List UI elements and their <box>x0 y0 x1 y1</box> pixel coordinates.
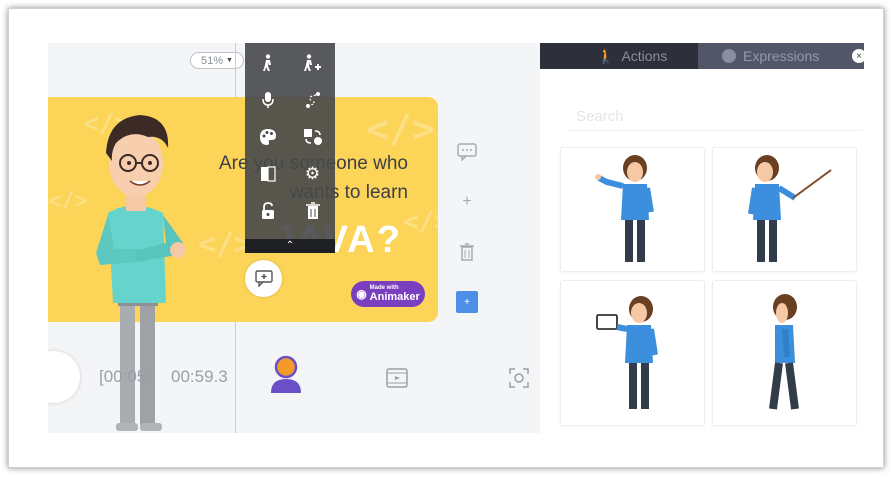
play-button[interactable] <box>48 351 80 403</box>
add-walk-action-icon[interactable] <box>290 51 335 75</box>
current-time: [00:05] <box>99 367 151 386</box>
timeline-bar: [00:05] 00:59.3 <box>48 345 540 405</box>
chevron-up-icon: ⌃ <box>285 240 295 251</box>
walking-figure-icon: 🚶 <box>597 47 615 64</box>
add-icon[interactable]: + <box>456 191 478 213</box>
animaker-logo-icon: ◉ <box>356 287 367 301</box>
tab-actions-label: Actions <box>621 48 668 64</box>
pose-card-holding-tablet[interactable] <box>560 280 705 426</box>
search-input[interactable] <box>568 97 862 131</box>
character-avatar-icon[interactable] <box>268 355 304 395</box>
video-clip-icon[interactable] <box>382 363 412 393</box>
close-icon[interactable]: × <box>852 49 866 63</box>
badge-brand: Animaker <box>369 291 420 303</box>
code-watermark-icon: </> <box>366 107 435 151</box>
pose-grid <box>560 147 862 426</box>
path-icon[interactable] <box>290 88 335 112</box>
palette-icon[interactable] <box>245 125 290 149</box>
character-popup-toolbar: ⚙ ⌃ <box>245 43 335 253</box>
tab-expressions[interactable]: Expressions × <box>698 43 866 69</box>
flip-icon[interactable] <box>245 162 290 186</box>
pose-card-pointing[interactable] <box>560 147 705 272</box>
pointer-stick-pose-illustration <box>747 155 832 262</box>
smiley-icon <box>722 49 736 63</box>
walk-action-icon[interactable] <box>245 51 290 75</box>
trash-icon[interactable] <box>290 199 335 223</box>
collapse-toolbar-button[interactable]: ⌃ <box>245 239 335 253</box>
add-scene-button[interactable]: + <box>456 291 478 313</box>
unlock-icon[interactable] <box>245 199 290 223</box>
slide-side-tools: + + <box>453 141 481 313</box>
comment-icon[interactable] <box>456 141 478 163</box>
holding-tablet-pose-illustration <box>595 295 658 409</box>
pose-card-side-walk[interactable] <box>712 280 857 426</box>
pose-card-pointer-stick[interactable] <box>712 147 857 272</box>
settings-icon[interactable]: ⚙ <box>290 162 335 186</box>
side-walk-pose-illustration <box>768 293 799 410</box>
add-comment-button[interactable] <box>245 260 282 297</box>
microphone-icon[interactable] <box>245 88 290 112</box>
zoom-value: 51% <box>201 54 224 67</box>
tab-actions[interactable]: 🚶 Actions <box>540 43 698 69</box>
animaker-badge: ◉ Made with Animaker <box>351 281 425 307</box>
camera-focus-icon[interactable] <box>504 363 534 393</box>
chevron-down-icon: ▼ <box>226 57 233 64</box>
trash-icon[interactable] <box>456 241 478 263</box>
pointing-pose-illustration <box>594 155 654 262</box>
library-panel: 🚶 Actions Expressions × <box>540 43 866 433</box>
add-comment-icon <box>254 270 273 287</box>
library-tabs: 🚶 Actions Expressions × <box>540 43 866 69</box>
code-watermark-icon: </> <box>403 207 438 237</box>
total-time: 00:59.3 <box>171 367 228 386</box>
swap-icon[interactable] <box>290 125 335 149</box>
tab-expressions-label: Expressions <box>743 48 820 64</box>
